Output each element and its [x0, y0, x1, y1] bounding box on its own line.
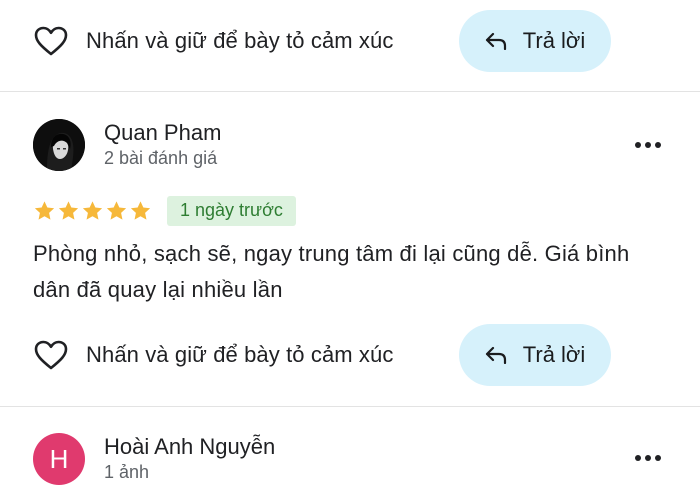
reaction-row: Nhấn và giữ để bày tỏ cảm xúc Trả lời	[0, 319, 700, 389]
more-options-button[interactable]	[628, 446, 668, 470]
date-badge: 1 ngày trước	[167, 196, 296, 226]
avatar[interactable]	[33, 119, 85, 171]
review-text: Phòng nhỏ, sạch sẽ, ngay trung tâm đi lạ…	[33, 241, 630, 302]
reply-label: Trả lời	[522, 28, 586, 53]
divider	[0, 91, 700, 92]
author-name[interactable]: Hoài Anh Nguyễn	[104, 434, 275, 460]
star-icon	[130, 201, 151, 220]
react-label: Nhấn và giữ để bày tỏ cảm xúc	[86, 28, 394, 53]
avatar-photo-icon	[33, 119, 85, 171]
avatar[interactable]: H	[33, 433, 85, 485]
avatar-letter: H	[49, 443, 69, 474]
divider	[0, 406, 700, 407]
reply-label: Trả lời	[522, 342, 586, 367]
reviews-feed: Nhấn và giữ để bày tỏ cảm xúc Trả lời Qu…	[0, 0, 700, 500]
more-horizontal-icon	[635, 455, 641, 461]
more-horizontal-icon	[635, 142, 641, 148]
reply-button[interactable]: Trả lời	[459, 10, 611, 72]
star-icon	[34, 201, 55, 220]
rating-row: 1 ngày trước	[33, 196, 296, 226]
author-meta: 2 bài đánh giá	[104, 148, 218, 168]
reply-button[interactable]: Trả lời	[459, 324, 611, 386]
author-meta: 1 ảnh	[104, 462, 150, 482]
react-hint[interactable]: Nhấn và giữ để bày tỏ cảm xúc	[34, 340, 393, 370]
reply-arrow-icon	[485, 32, 506, 50]
author-name[interactable]: Quan Pham	[104, 120, 221, 146]
heart-outline-icon[interactable]	[34, 26, 68, 56]
star-icon	[82, 201, 103, 220]
reply-arrow-icon	[485, 346, 506, 364]
heart-outline-icon[interactable]	[34, 340, 68, 370]
star-icon	[58, 201, 79, 220]
star-icon	[106, 201, 127, 220]
star-rating	[33, 200, 153, 222]
reaction-row: Nhấn và giữ để bày tỏ cảm xúc Trả lời	[0, 5, 700, 75]
react-hint[interactable]: Nhấn và giữ để bày tỏ cảm xúc	[34, 26, 393, 56]
react-label: Nhấn và giữ để bày tỏ cảm xúc	[86, 342, 394, 367]
more-options-button[interactable]	[628, 133, 668, 157]
